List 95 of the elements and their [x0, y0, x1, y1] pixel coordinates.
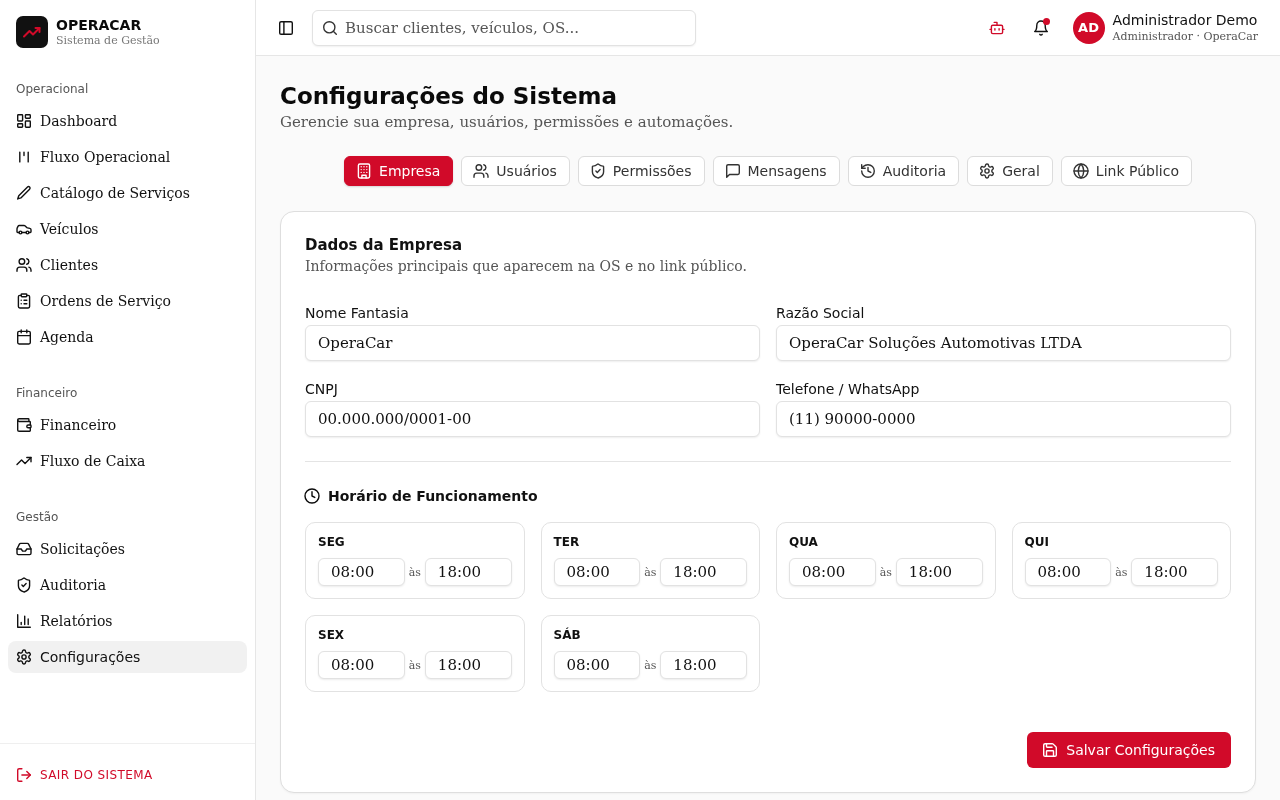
user-role: Administrador · OperaCar [1112, 29, 1258, 44]
text-field[interactable]: 00.000.000/0001-00 [305, 401, 760, 437]
pencil-icon [17, 186, 31, 200]
logo-icon [16, 16, 48, 48]
separator-text: às [408, 658, 421, 672]
tab[interactable]: Link Público [1060, 156, 1192, 186]
time-field[interactable]: 18:00 [1131, 558, 1218, 586]
tab[interactable]: Empresa [344, 156, 454, 186]
globe-icon [1073, 164, 1088, 178]
nav-item[interactable]: Clientes [8, 249, 247, 281]
day-label: SEG [318, 534, 345, 550]
section-title: Gestão [15, 509, 60, 525]
logout-icon [17, 768, 31, 782]
nav-item[interactable]: Catálogo de Serviços [8, 177, 247, 209]
nav-item[interactable]: Auditoria [8, 569, 247, 601]
save-button[interactable]: Salvar Configurações [1027, 732, 1231, 768]
time-field[interactable]: 18:00 [424, 558, 512, 586]
separator-text: às [408, 565, 421, 579]
message-icon [725, 164, 740, 178]
car-icon [17, 222, 31, 236]
text-field[interactable]: OperaCar Soluções Automotivas LTDA [776, 325, 1231, 361]
bar-chart-icon [17, 614, 31, 628]
nav-item[interactable]: Relatórios [8, 605, 247, 637]
nav-item[interactable]: Dashboard [8, 105, 247, 137]
trend-up-icon [17, 454, 31, 468]
card-subtitle: Informações principais que aparecem na OS e no link público. [305, 257, 747, 276]
page-title: Configurações do Sistema [280, 82, 618, 111]
day-label: SÁB [553, 627, 581, 643]
tab[interactable]: Mensagens [712, 156, 840, 186]
card-title: Dados da Empresa [305, 235, 463, 255]
users-icon [17, 258, 31, 272]
time-field[interactable]: 18:00 [660, 651, 747, 679]
section-title: Financeiro [15, 385, 79, 401]
separator-text: às [644, 565, 657, 579]
separator-text: às [1115, 565, 1128, 579]
panel-icon [279, 20, 293, 35]
clipboard-icon [17, 294, 31, 308]
text-field[interactable]: (11) 90000-0000 [776, 401, 1231, 437]
nav-item[interactable]: Ordens de Serviço [8, 285, 247, 317]
nav-item[interactable]: Configurações [8, 641, 247, 673]
robot-icon [989, 20, 1004, 35]
day-label: QUA [789, 534, 818, 550]
field-label: Razão Social [776, 304, 865, 323]
nav-item[interactable]: Financeiro [8, 409, 247, 441]
section-heading: Horário de Funcionamento [328, 487, 538, 506]
shield-check-icon [590, 164, 605, 178]
search-icon [323, 20, 337, 35]
field-label: CNPJ [305, 380, 338, 399]
nav-item[interactable]: Solicitações [8, 533, 247, 565]
building-icon [357, 164, 372, 178]
user-avatar[interactable]: AD [1072, 11, 1105, 44]
bell-icon [1033, 20, 1048, 35]
nav-item[interactable]: Agenda [8, 321, 247, 353]
shield-check-icon [17, 578, 31, 592]
time-field[interactable]: 08:00 [318, 651, 405, 679]
time-field[interactable]: 18:00 [660, 558, 747, 586]
settings-icon [17, 650, 31, 664]
search-field[interactable]: Buscar clientes, veículos, OS... [312, 9, 696, 46]
field-label: Telefone / WhatsApp [776, 380, 920, 399]
day-label: SEX [318, 627, 345, 643]
time-field[interactable]: 18:00 [424, 651, 512, 679]
brand-subtitle: Sistema de Gestão [56, 34, 160, 48]
inbox-icon [17, 542, 31, 556]
logout-button[interactable]: SAIR DO SISTEMA [8, 759, 162, 791]
time-field[interactable]: 08:00 [553, 651, 641, 679]
tab[interactable]: Geral [967, 156, 1053, 186]
tab[interactable]: Permissões [577, 156, 705, 186]
brand-name: OPERACAR [56, 16, 143, 34]
columns-icon [17, 150, 31, 164]
history-icon [860, 164, 875, 178]
separator-text: às [644, 658, 657, 672]
page-subtitle: Gerencie sua empresa, usuários, permissões e automações. [280, 112, 734, 132]
time-field[interactable]: 08:00 [553, 558, 641, 586]
field-label: Nome Fantasia [305, 304, 409, 323]
grid-icon [17, 114, 31, 128]
day-label: TER [553, 534, 580, 550]
time-field[interactable]: 18:00 [895, 558, 983, 586]
nav-item[interactable]: Fluxo Operacional [8, 141, 247, 173]
time-field[interactable]: 08:00 [1024, 558, 1112, 586]
calendar-icon [17, 330, 31, 344]
user-name: Administrador Demo [1112, 11, 1258, 29]
tab[interactable]: Auditoria [847, 156, 960, 186]
text-field[interactable]: OperaCar [305, 325, 760, 361]
time-field[interactable]: 08:00 [789, 558, 876, 586]
clock-icon [305, 489, 319, 503]
section-title: Operacional [15, 81, 90, 97]
nav-item[interactable]: Veículos [8, 213, 247, 245]
settings-icon [980, 164, 995, 178]
users-icon [474, 164, 489, 178]
time-field[interactable]: 08:00 [318, 558, 405, 586]
nav-item[interactable]: Fluxo de Caixa [8, 445, 247, 477]
wallet-icon [17, 418, 31, 432]
separator-text: às [879, 565, 892, 579]
day-label: QUI [1024, 534, 1049, 550]
tab[interactable]: Usuários [461, 156, 570, 186]
